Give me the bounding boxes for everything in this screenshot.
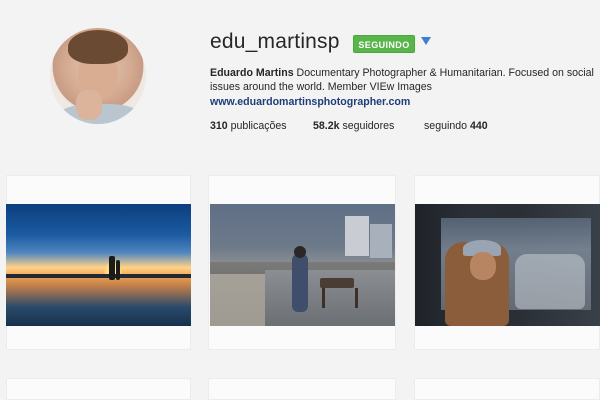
building	[370, 224, 392, 258]
profile-avatar[interactable]	[50, 28, 146, 124]
post-photo-portrait[interactable]	[415, 204, 600, 326]
face	[470, 252, 496, 280]
stat-followers-label: seguidores	[342, 120, 395, 132]
following-button[interactable]: SEGUINDO	[353, 35, 415, 53]
avatar-hair	[68, 30, 128, 64]
post-card	[6, 378, 191, 400]
reflection	[515, 254, 585, 309]
stat-followers[interactable]: 58.2k seguidores	[313, 120, 394, 132]
stat-posts-label: publicações	[230, 120, 287, 132]
bio-name: Eduardo Martins	[210, 67, 294, 79]
silhouette	[116, 260, 120, 280]
stat-following-label: seguindo	[424, 120, 468, 132]
post-card	[208, 378, 396, 400]
person	[292, 254, 308, 312]
rubble	[210, 274, 265, 326]
post-photo-sunset[interactable]	[6, 204, 191, 326]
profile-username: edu_martinsp	[210, 30, 340, 53]
post-card	[414, 378, 600, 400]
stat-posts-count: 310	[210, 120, 228, 132]
building	[345, 216, 369, 256]
stat-following-count: 440	[469, 120, 488, 132]
bench	[320, 278, 354, 288]
person-head	[294, 246, 306, 258]
stat-posts[interactable]: 310 publicações	[210, 120, 287, 132]
silhouette	[109, 256, 115, 280]
caret-down-icon[interactable]	[421, 37, 431, 45]
profile-website-link[interactable]: www.eduardomartinsphotographer.com	[210, 96, 410, 108]
stat-following[interactable]: seguindo 440	[424, 120, 488, 132]
post-photo-street[interactable]	[210, 204, 395, 326]
avatar-hand	[76, 90, 102, 120]
profile-bio: Eduardo Martins Documentary Photographer…	[210, 66, 600, 94]
bench-legs	[322, 288, 358, 308]
water	[6, 278, 191, 326]
stat-followers-count: 58.2k	[313, 120, 340, 132]
